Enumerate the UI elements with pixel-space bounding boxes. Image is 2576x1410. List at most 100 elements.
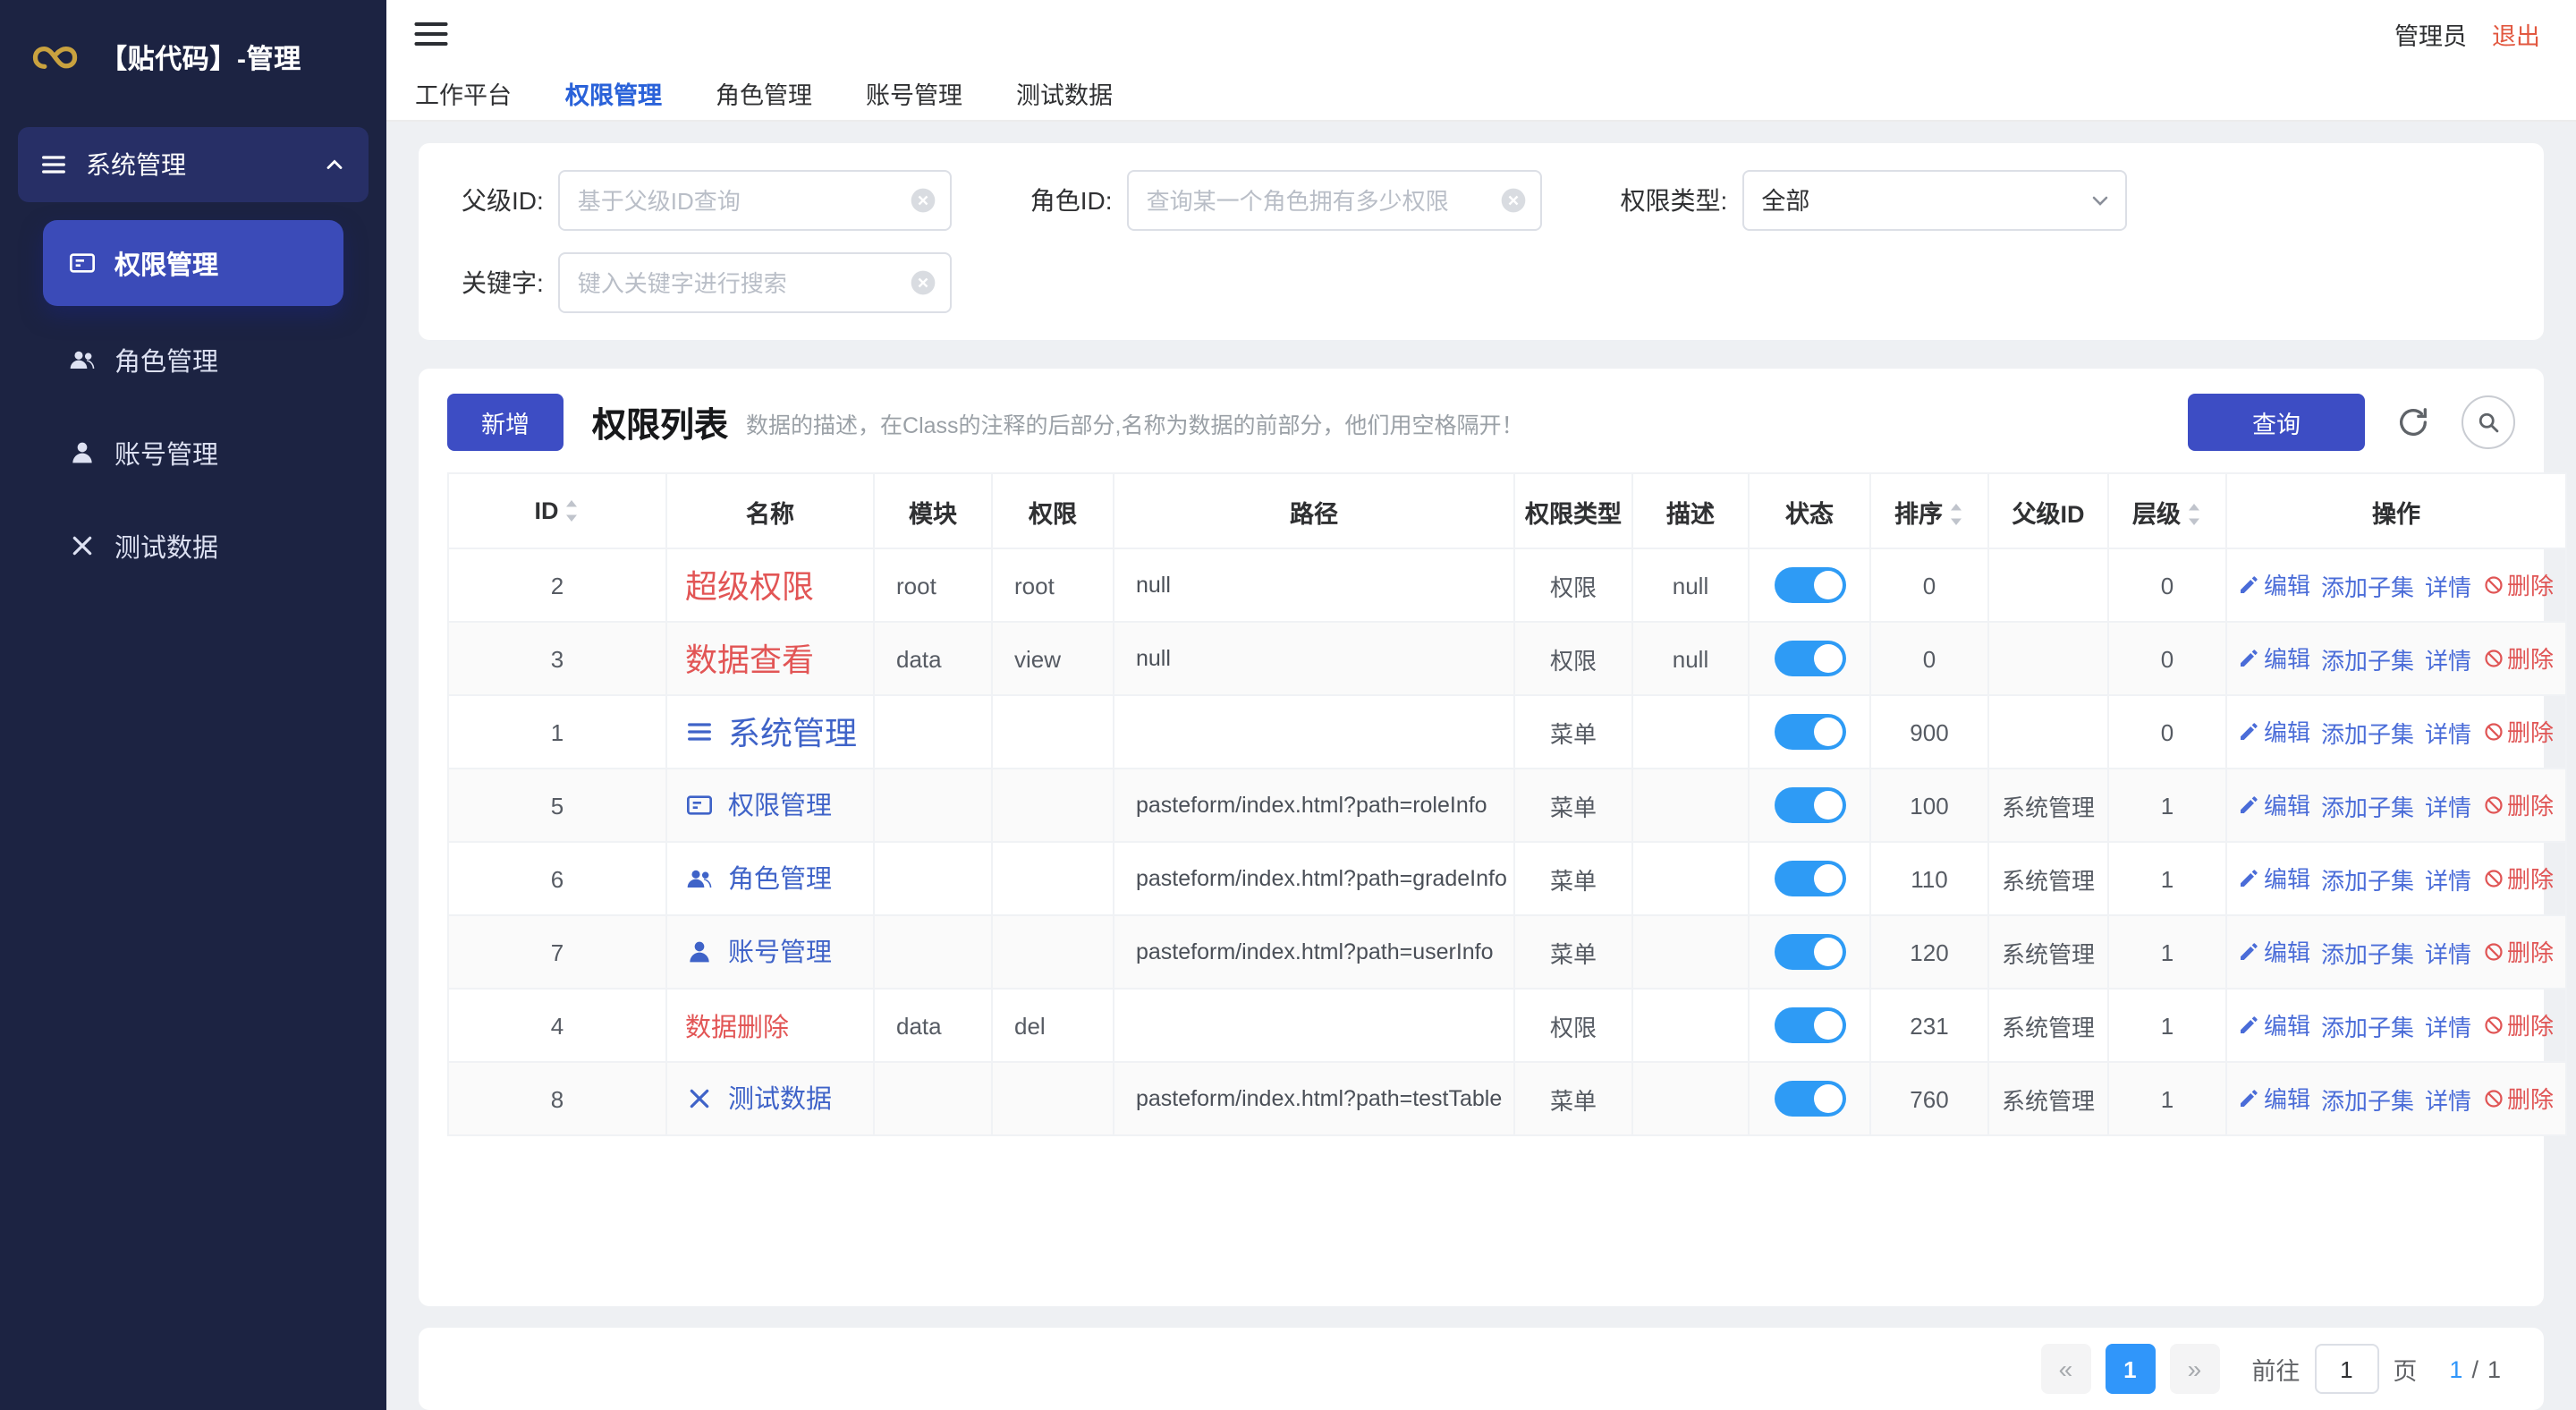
op-delete-link[interactable]: 删除: [2482, 641, 2554, 675]
op-edit-link[interactable]: 编辑: [2239, 715, 2310, 749]
cell-name: 测试数据: [665, 1061, 875, 1136]
row-name[interactable]: 角色管理: [685, 860, 832, 897]
column-header-sort[interactable]: 排序: [1869, 472, 1989, 549]
pencil-icon: [2241, 869, 2258, 887]
op-delete-link[interactable]: 删除: [2482, 935, 2554, 969]
op-edit-link[interactable]: 编辑: [2239, 862, 2310, 896]
op-edit-link[interactable]: 编辑: [2239, 788, 2310, 822]
ban-icon: [2484, 869, 2502, 888]
search-button[interactable]: [2462, 395, 2515, 449]
op-edit-link[interactable]: 编辑: [2239, 568, 2310, 602]
op-detail-link[interactable]: 详情: [2425, 569, 2471, 603]
op-detail-link[interactable]: 详情: [2425, 789, 2471, 823]
op-delete-link[interactable]: 删除: [2482, 788, 2554, 822]
cell-sort: 760: [1869, 1061, 1989, 1136]
status-toggle-on[interactable]: [1774, 714, 1845, 750]
refresh-button[interactable]: [2386, 395, 2440, 449]
op-delete-link[interactable]: 删除: [2482, 568, 2554, 602]
cell-parent: 系统管理: [1987, 914, 2109, 990]
ban-icon: [2484, 575, 2502, 594]
status-toggle-on[interactable]: [1774, 787, 1845, 823]
prev-page-button[interactable]: «: [2040, 1344, 2091, 1394]
tab-testdata[interactable]: 测试数据: [1016, 74, 1113, 110]
op-delete-link[interactable]: 删除: [2482, 862, 2554, 896]
status-toggle-on[interactable]: [1774, 641, 1845, 676]
goto-page-input[interactable]: [2314, 1344, 2379, 1394]
x-icon: [690, 1089, 709, 1108]
column-header-id[interactable]: ID: [447, 472, 667, 549]
perm-type-select[interactable]: 全部: [1741, 170, 2127, 231]
status-toggle-on[interactable]: [1774, 934, 1845, 970]
clear-input-icon[interactable]: [909, 186, 937, 215]
row-name[interactable]: 测试数据: [685, 1080, 832, 1117]
sidebar-item-roles[interactable]: 角色管理: [43, 320, 343, 399]
table-row: 6 角色管理 pasteform/index.html?path=gradeInfo…: [447, 841, 2567, 916]
query-button[interactable]: 查询: [2188, 394, 2365, 451]
cell-perm: del: [991, 988, 1114, 1063]
sidebar-item-accounts[interactable]: 账号管理: [43, 413, 343, 492]
op-add-child-link[interactable]: 添加子集: [2321, 789, 2414, 823]
op-add-child-link[interactable]: 添加子集: [2321, 642, 2414, 676]
op-delete-link[interactable]: 删除: [2482, 1008, 2554, 1042]
op-edit-link[interactable]: 编辑: [2239, 1008, 2310, 1042]
page-1-button[interactable]: 1: [2105, 1344, 2156, 1394]
logout-link[interactable]: 退出: [2492, 16, 2540, 52]
op-detail-link[interactable]: 详情: [2425, 1083, 2471, 1117]
id-card-icon: [687, 794, 712, 815]
sidebar-item-testdata[interactable]: 测试数据: [43, 506, 343, 585]
op-delete-link[interactable]: 删除: [2482, 1082, 2554, 1116]
keyword-input[interactable]: [557, 252, 952, 313]
row-name[interactable]: 数据删除: [685, 1007, 789, 1044]
sidebar-item-permissions[interactable]: 权限管理: [43, 220, 343, 306]
status-toggle-on[interactable]: [1774, 567, 1845, 603]
cell-ops: 编辑 添加子集 详情 删除: [2225, 621, 2567, 696]
tab-roles[interactable]: 角色管理: [716, 74, 812, 110]
op-edit-link[interactable]: 编辑: [2239, 1082, 2310, 1116]
op-detail-link[interactable]: 详情: [2425, 1009, 2471, 1043]
row-name[interactable]: 权限管理: [685, 786, 832, 824]
op-detail-link[interactable]: 详情: [2425, 936, 2471, 970]
op-detail-link[interactable]: 详情: [2425, 862, 2471, 896]
tab-workbench[interactable]: 工作平台: [415, 74, 512, 110]
op-delete-link[interactable]: 删除: [2482, 715, 2554, 749]
op-edit-link[interactable]: 编辑: [2239, 641, 2310, 675]
row-name[interactable]: 超级权限: [685, 562, 814, 608]
next-page-button[interactable]: »: [2169, 1344, 2220, 1394]
table-row: 8 测试数据 pasteform/index.html?path=testTable…: [447, 1061, 2567, 1136]
cell-desc: [1631, 1061, 1750, 1136]
x-icon: [72, 536, 92, 556]
status-toggle-on[interactable]: [1774, 861, 1845, 896]
status-toggle-on[interactable]: [1774, 1007, 1845, 1043]
row-name[interactable]: 系统管理: [685, 709, 857, 755]
op-edit-link[interactable]: 编辑: [2239, 935, 2310, 969]
add-button[interactable]: 新增: [447, 394, 564, 451]
ban-icon: [2484, 942, 2502, 961]
table-row: 7 账号管理 pasteform/index.html?path=userInfo 菜…: [447, 914, 2567, 990]
cell-desc: [1631, 694, 1750, 769]
collapse-sidebar-icon[interactable]: [411, 14, 451, 54]
status-toggle-on[interactable]: [1774, 1081, 1845, 1117]
parent-id-input[interactable]: [557, 170, 952, 231]
row-name[interactable]: 账号管理: [685, 933, 832, 971]
op-add-child-link[interactable]: 添加子集: [2321, 862, 2414, 896]
clear-input-icon[interactable]: [909, 268, 937, 297]
pencil-icon: [2241, 942, 2258, 960]
row-name[interactable]: 数据查看: [685, 635, 814, 682]
op-add-child-link[interactable]: 添加子集: [2321, 1009, 2414, 1043]
column-header-level[interactable]: 层级: [2107, 472, 2227, 549]
current-page: 1: [2449, 1355, 2463, 1382]
cell-module: [873, 694, 993, 769]
tab-accounts[interactable]: 账号管理: [866, 74, 962, 110]
clear-input-icon[interactable]: [1499, 186, 1528, 215]
op-add-child-link[interactable]: 添加子集: [2321, 936, 2414, 970]
op-detail-link[interactable]: 详情: [2425, 716, 2471, 750]
cell-id: 5: [447, 768, 667, 843]
op-add-child-link[interactable]: 添加子集: [2321, 569, 2414, 603]
op-add-child-link[interactable]: 添加子集: [2321, 1083, 2414, 1117]
op-detail-link[interactable]: 详情: [2425, 642, 2471, 676]
op-add-child-link[interactable]: 添加子集: [2321, 716, 2414, 750]
role-id-input[interactable]: [1126, 170, 1542, 231]
id-card-icon: [70, 253, 95, 273]
sidebar-group-system[interactable]: 系统管理: [18, 127, 369, 202]
tab-permissions[interactable]: 权限管理: [565, 74, 662, 110]
